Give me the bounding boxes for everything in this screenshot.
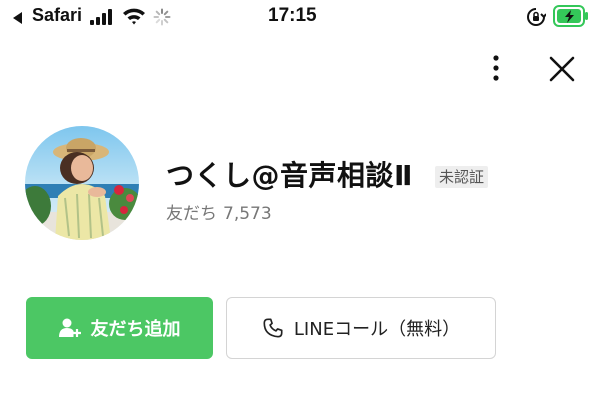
close-icon (549, 56, 575, 82)
status-bar: Safari 17:15 (0, 0, 600, 34)
signal-icon (90, 9, 116, 29)
loading-spinner-icon (153, 8, 171, 30)
more-vertical-icon (493, 55, 499, 81)
close-button[interactable] (547, 54, 577, 84)
avatar[interactable] (25, 126, 139, 240)
line-official-account-profile: Safari 17:15 つくし@音声相談Ⅱ 未認証 友だち 7,573 友だち… (0, 0, 600, 400)
phone-icon (262, 317, 284, 339)
back-arrow-icon[interactable] (10, 10, 26, 30)
more-options-button[interactable] (484, 50, 508, 86)
friends-label: 友だち (166, 204, 217, 224)
profile-photo (25, 126, 139, 240)
add-user-icon (58, 317, 81, 339)
unverified-badge: 未認証 (435, 166, 489, 188)
add-friend-button[interactable]: 友だち追加 (26, 297, 213, 359)
line-call-button[interactable]: LINEコール（無料） (226, 297, 496, 359)
rotation-lock-icon (526, 7, 547, 31)
back-to-app-label[interactable]: Safari (32, 5, 82, 26)
battery-charging-icon (553, 5, 589, 31)
wifi-icon (122, 6, 146, 30)
add-friend-label: 友だち追加 (90, 319, 181, 340)
line-call-label: LINEコール（無料） (293, 319, 461, 340)
status-time: 17:15 (268, 5, 317, 26)
account-name: つくし@音声相談Ⅱ (166, 159, 413, 192)
friends-count-row: 友だち 7,573 (166, 199, 272, 224)
friends-count: 7,573 (223, 204, 272, 224)
